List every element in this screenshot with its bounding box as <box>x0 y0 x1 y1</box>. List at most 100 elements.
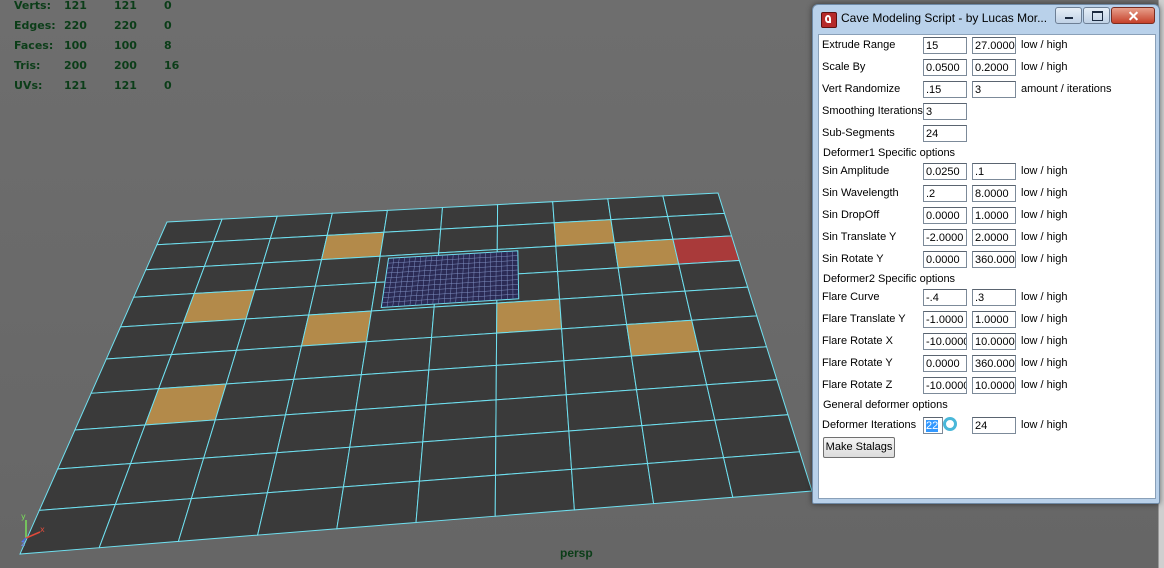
sin-amplitude-high-field[interactable]: .1 <box>972 163 1016 180</box>
scale-by-high-field[interactable]: 0.2000 <box>972 59 1016 76</box>
flare-translate-y-low-field[interactable]: -1.0000 <box>923 311 967 328</box>
grid-face[interactable] <box>555 242 619 273</box>
make-stalags-button[interactable]: Make Stalags <box>823 437 895 458</box>
flare-rotate-y-low-field[interactable]: 0.0000 <box>923 355 967 372</box>
flare-rotate-y-high-field[interactable]: 360.0000 <box>972 355 1016 372</box>
flare-curve-low-field[interactable]: -.4 <box>923 289 967 306</box>
grid-face[interactable] <box>678 259 749 292</box>
grid-face[interactable] <box>360 336 433 376</box>
grid-face[interactable] <box>245 285 317 320</box>
grid-face[interactable] <box>494 468 575 517</box>
grid-face[interactable] <box>379 228 442 257</box>
grid-face[interactable] <box>342 441 424 488</box>
flare-rotate-x-low-field[interactable]: -10.0000 <box>923 333 967 350</box>
grid-face[interactable] <box>691 315 768 352</box>
grid-face[interactable] <box>293 341 368 380</box>
grid-face[interactable] <box>495 360 567 401</box>
grid-face[interactable] <box>349 404 427 448</box>
grid-face[interactable] <box>190 452 278 500</box>
sin-translate-y-low-field[interactable]: -2.0000 <box>923 229 967 246</box>
selected-face[interactable] <box>553 219 615 247</box>
sin-dropoff-low-field[interactable]: 0.0000 <box>923 207 967 224</box>
grid-face[interactable] <box>170 318 247 356</box>
grid-face[interactable] <box>698 346 778 386</box>
grid-face[interactable] <box>496 201 555 227</box>
sin-translate-y-high-field[interactable]: 2.0000 <box>972 229 1016 246</box>
highlighted-face[interactable] <box>672 235 740 265</box>
grid-face[interactable] <box>203 414 287 459</box>
grid-face[interactable] <box>355 369 430 411</box>
grid-face[interactable] <box>422 399 497 443</box>
grid-face[interactable] <box>276 409 357 454</box>
grid-face[interactable] <box>314 255 381 287</box>
grid-face[interactable] <box>496 222 557 251</box>
grid-face[interactable] <box>667 212 733 240</box>
grid-face[interactable] <box>552 198 612 224</box>
extrude-range-low-field[interactable]: 15 <box>923 37 967 54</box>
grid-face[interactable] <box>684 286 758 321</box>
grid-face[interactable] <box>177 492 269 542</box>
grid-face[interactable] <box>621 290 693 326</box>
grid-face[interactable] <box>495 394 570 437</box>
grid-face[interactable] <box>157 349 238 390</box>
grid-face[interactable] <box>662 192 726 218</box>
grid-face[interactable] <box>706 379 789 421</box>
grid-face[interactable] <box>225 345 303 385</box>
grid-face[interactable] <box>559 294 628 330</box>
grid-face[interactable] <box>568 425 649 470</box>
grid-face[interactable] <box>132 265 206 298</box>
deformer-iterations-low-field[interactable]: 22 <box>923 417 943 434</box>
grid-face[interactable] <box>235 314 310 351</box>
close-button[interactable] <box>1111 7 1155 24</box>
grid-face[interactable] <box>266 446 351 494</box>
grid-face[interactable] <box>326 209 388 236</box>
grid-face[interactable] <box>212 215 278 243</box>
grid-face[interactable] <box>203 237 272 267</box>
sin-wavelength-high-field[interactable]: 8.0000 <box>972 185 1016 202</box>
scale-by-low-field[interactable]: 0.0500 <box>923 59 967 76</box>
grid-face[interactable] <box>254 259 323 291</box>
dialog-titlebar[interactable]: Cave Modeling Script - by Lucas Mor... <box>813 5 1159 32</box>
maximize-button[interactable] <box>1083 7 1110 24</box>
grid-face[interactable] <box>610 216 674 244</box>
selected-face[interactable] <box>613 238 680 269</box>
grid-face[interactable] <box>561 324 633 362</box>
grid-face[interactable] <box>557 267 623 300</box>
selected-face[interactable] <box>300 310 373 347</box>
grid-face[interactable] <box>269 212 333 240</box>
selected-face[interactable] <box>320 231 385 261</box>
grid-face[interactable] <box>145 241 215 271</box>
extrude-range-high-field[interactable]: 27.0000 <box>972 37 1016 54</box>
grid-face[interactable] <box>630 350 708 391</box>
selected-face[interactable] <box>182 289 256 324</box>
grid-face[interactable] <box>425 364 497 406</box>
grid-face[interactable] <box>495 328 565 366</box>
grid-face[interactable] <box>438 225 498 254</box>
grid-face[interactable] <box>262 234 328 264</box>
sin-amplitude-low-field[interactable]: 0.0250 <box>923 163 967 180</box>
grid-face[interactable] <box>647 457 734 505</box>
grid-face[interactable] <box>418 435 497 482</box>
deformer-iterations-high-field[interactable]: 24 <box>972 417 1016 434</box>
flare-rotate-z-low-field[interactable]: -10.0000 <box>923 377 967 394</box>
vert-randomize-amount-field[interactable]: .15 <box>923 81 967 98</box>
flare-curve-high-field[interactable]: .3 <box>972 289 1016 306</box>
grid-face[interactable] <box>365 306 435 343</box>
sin-rotate-y-high-field[interactable]: 360.0000 <box>972 251 1016 268</box>
flare-rotate-x-high-field[interactable]: 10.0000 <box>972 333 1016 350</box>
grid-face[interactable] <box>563 355 638 396</box>
selected-face[interactable] <box>626 319 700 357</box>
grid-face[interactable] <box>607 195 669 221</box>
grid-face[interactable] <box>714 414 801 459</box>
grid-face[interactable] <box>156 218 223 246</box>
grid-face[interactable] <box>336 480 421 530</box>
grid-face[interactable] <box>641 419 725 465</box>
grid-face[interactable] <box>428 332 498 371</box>
sub-segments-field[interactable]: 24 <box>923 125 967 142</box>
grid-face[interactable] <box>256 486 345 536</box>
grid-face[interactable] <box>284 374 362 416</box>
sin-dropoff-high-field[interactable]: 1.0000 <box>972 207 1016 224</box>
grid-face[interactable] <box>571 462 655 511</box>
flare-translate-y-high-field[interactable]: 1.0000 <box>972 311 1016 328</box>
grid-face[interactable] <box>431 302 498 338</box>
